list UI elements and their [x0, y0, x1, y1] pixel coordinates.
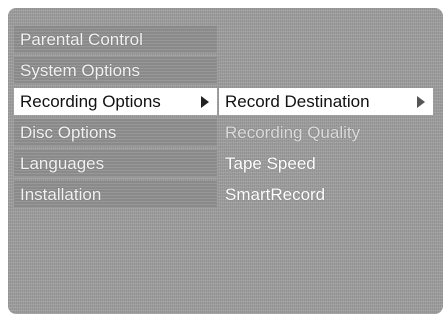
- submenu-item-label: Recording Quality: [225, 123, 361, 142]
- submenu-item-tape-speed[interactable]: Tape Speed: [219, 150, 433, 177]
- menu-item-languages[interactable]: Languages: [14, 150, 217, 177]
- menu-item-label: Languages: [20, 154, 105, 173]
- menu-item-parental-control[interactable]: Parental Control: [14, 26, 217, 53]
- submenu-arrow-icon: [201, 96, 209, 108]
- menu-item-label: Installation: [20, 185, 102, 204]
- submenu-item-recording-quality[interactable]: Recording Quality: [219, 119, 433, 146]
- main-menu: Parental Control System Options Recordin…: [14, 26, 217, 212]
- submenu-item-smartrecord[interactable]: SmartRecord: [219, 181, 433, 208]
- menu-item-label: Disc Options: [20, 123, 117, 142]
- submenu-item-record-destination[interactable]: Record Destination: [219, 88, 433, 115]
- menu-item-label: Parental Control: [20, 30, 143, 49]
- submenu-item-label: SmartRecord: [225, 185, 326, 204]
- menu-item-label: System Options: [20, 61, 140, 80]
- submenu-item-label: Tape Speed: [225, 154, 316, 173]
- submenu-arrow-icon: [417, 96, 425, 108]
- submenu-item-label: Record Destination: [225, 92, 370, 111]
- osd-screen: Parental Control System Options Recordin…: [8, 8, 443, 314]
- menu-item-installation[interactable]: Installation: [14, 181, 217, 208]
- menu-item-label: Recording Options: [20, 92, 161, 111]
- menu-item-disc-options[interactable]: Disc Options: [14, 119, 217, 146]
- sub-menu: Record Destination Recording Quality Tap…: [219, 26, 433, 212]
- menu-item-system-options[interactable]: System Options: [14, 57, 217, 84]
- menu-item-recording-options[interactable]: Recording Options: [14, 88, 217, 115]
- submenu-top-gap: [219, 26, 433, 88]
